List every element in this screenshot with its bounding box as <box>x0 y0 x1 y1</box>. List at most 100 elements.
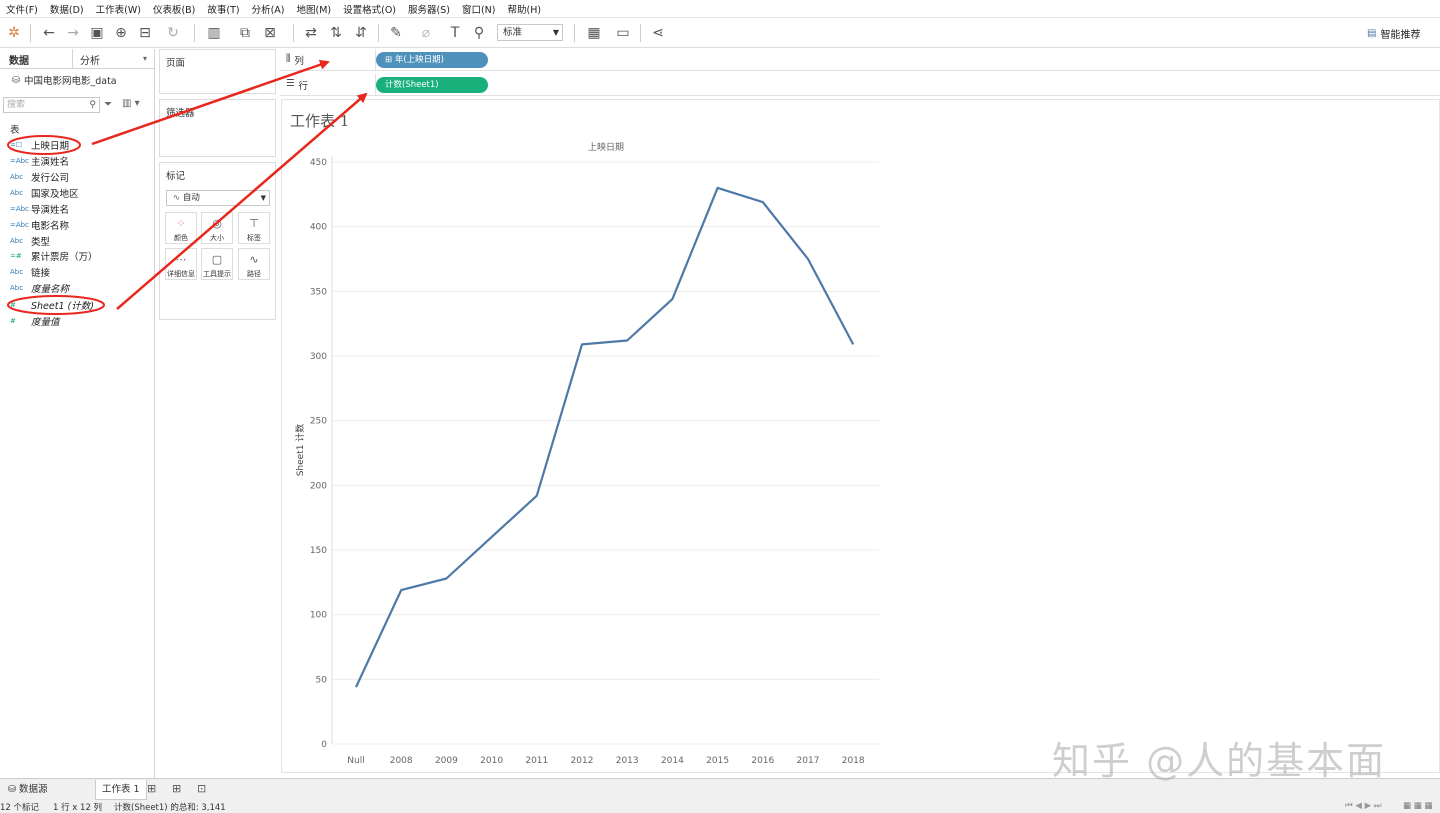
redo-icon[interactable]: → <box>64 24 82 42</box>
tab-datasource[interactable]: ⛁ 数据源 <box>2 780 54 800</box>
field-director[interactable]: =Abc 导演姓名 <box>10 201 69 216</box>
columns-pill[interactable]: ⊞ 年(上映日期) <box>376 52 488 68</box>
menu-dashboard[interactable]: 仪表板(B) <box>147 2 201 16</box>
tab-sheet1[interactable]: 工作表 1 <box>95 780 147 800</box>
field-sheet1-count[interactable]: # Sheet1 (计数) <box>10 297 94 312</box>
label-button[interactable]: ⊤ 标签 <box>238 212 270 244</box>
watermark: 知乎 @人的基本面 <box>1052 739 1387 783</box>
pause-update-icon[interactable]: ⊟ <box>136 24 154 42</box>
field-release-date[interactable]: =☐ 上映日期 <box>10 137 69 152</box>
field-country[interactable]: Abc 国家及地区 <box>10 185 79 200</box>
size-icon: ◎ <box>212 217 222 230</box>
new-story-icon[interactable]: ⊡ <box>197 782 206 795</box>
swap-icon[interactable]: ⇄ <box>302 24 320 42</box>
tooltip-button[interactable]: ▢ 工具提示 <box>201 248 233 280</box>
data-point[interactable] <box>579 341 585 347</box>
menu-window[interactable]: 窗口(N) <box>456 2 502 16</box>
datasource-item[interactable]: ⛁ 中国电影网电影_data <box>12 73 117 88</box>
data-point[interactable] <box>669 296 675 302</box>
data-pane: 数据 分析 ▾ ⛁ 中国电影网电影_data 搜索 ⚲ ⏷ ▥ ▾ 表 =☐ 上映… <box>0 49 155 778</box>
menu-data[interactable]: 数据(D) <box>44 2 90 16</box>
show-me-button[interactable]: ▤ 智能推荐 <box>1367 26 1420 41</box>
menu-story[interactable]: 故事(T) <box>201 2 245 16</box>
highlight-icon[interactable]: ✎ <box>387 24 405 42</box>
grid-view-icon[interactable]: ▦ ▦ ▦ <box>1403 801 1433 811</box>
show-cards-icon[interactable]: ▦ <box>585 24 603 42</box>
new-worksheet-icon[interactable]: ▥ <box>205 24 223 42</box>
data-point[interactable] <box>534 493 540 499</box>
menu-help[interactable]: 帮助(H) <box>502 2 548 16</box>
data-point[interactable] <box>715 185 721 191</box>
field-movie-name[interactable]: =Abc 电影名称 <box>10 217 69 232</box>
marks-type-select[interactable]: ∿ 自动 ▼ <box>166 190 270 206</box>
menu-worksheet[interactable]: 工作表(W) <box>90 2 147 16</box>
clear-icon[interactable]: ⊠ <box>261 24 279 42</box>
menu-format[interactable]: 设置格式(O) <box>337 2 402 16</box>
pages-card[interactable]: 页面 <box>159 49 276 94</box>
data-point[interactable] <box>353 684 359 690</box>
filters-card[interactable]: 筛选器 <box>159 99 276 157</box>
data-point[interactable] <box>805 256 811 262</box>
rows-pill[interactable]: 计数(Sheet1) <box>376 77 488 93</box>
share-icon[interactable]: ⋖ <box>649 24 667 42</box>
toolbar: ✲ ← → ▣ ⊕ ⊟ ↻ ▥ ⧉ ⊠ ⇄ ⇅ ⇵ ✎ ⌀ T ⚲ ▦ ▭ ⋖ <box>0 18 1440 48</box>
color-button[interactable]: ⁘ 颜色 <box>165 212 197 244</box>
y-tick-label: 250 <box>310 417 327 427</box>
group-icon[interactable]: ⌀ <box>417 24 435 42</box>
data-point[interactable] <box>624 337 630 343</box>
save-icon[interactable]: ▣ <box>88 24 106 42</box>
path-icon: ∿ <box>249 253 259 266</box>
data-point[interactable] <box>489 534 495 540</box>
path-button[interactable]: ∿ 路径 <box>238 248 270 280</box>
filter-icon[interactable]: ⏷ <box>104 99 112 110</box>
columns-icon: ⫼ <box>286 53 291 64</box>
series-line[interactable] <box>355 186 855 688</box>
field-distributor[interactable]: Abc 发行公司 <box>10 169 69 184</box>
x-tick-label: Null <box>347 756 364 766</box>
pane-menu-icon[interactable]: ▾ <box>143 54 147 63</box>
data-point[interactable] <box>443 575 449 581</box>
data-point[interactable] <box>760 199 766 205</box>
field-genre[interactable]: Abc 类型 <box>10 233 50 248</box>
pin-icon[interactable]: ⚲ <box>470 24 488 42</box>
columns-drop-zone[interactable] <box>375 49 1440 71</box>
status-bar: 12 个标记 1 行 x 12 列 计数(Sheet1) 的总和: 3,141 … <box>0 800 1440 813</box>
fit-select[interactable]: 标准 ▼ <box>497 24 563 41</box>
tab-data[interactable]: 数据 <box>9 52 29 67</box>
duplicate-icon[interactable]: ⧉ <box>236 24 254 42</box>
new-datasource-icon[interactable]: ⊕ <box>112 24 130 42</box>
new-worksheet-icon[interactable]: ⊞ <box>147 782 156 795</box>
menu-bar: 文件(F) 数据(D) 工作表(W) 仪表板(B) 故事(T) 分析(A) 地图… <box>0 0 1440 18</box>
x-tick-label: 2018 <box>842 756 865 766</box>
menu-analysis[interactable]: 分析(A) <box>246 2 291 16</box>
data-point[interactable] <box>398 587 404 593</box>
field-measure-values[interactable]: # 度量值 <box>10 313 60 328</box>
presentation-icon[interactable]: ▭ <box>614 24 632 42</box>
tableau-logo-icon[interactable]: ✲ <box>5 24 23 42</box>
search-input[interactable]: 搜索 ⚲ <box>3 97 100 113</box>
new-dashboard-icon[interactable]: ⊞ <box>172 782 181 795</box>
menu-file[interactable]: 文件(F) <box>0 2 44 16</box>
nav-arrows-icon[interactable]: ⏮ ◀ ▶ ⏭ <box>1345 801 1381 811</box>
show-labels-icon[interactable]: T <box>446 24 464 42</box>
y-tick-label: 50 <box>316 675 328 685</box>
line-chart[interactable]: 上映日期 0 50 100 150 200 250 300 350 400 450 Sheet1 计数… <box>282 100 1439 772</box>
refresh-icon[interactable]: ↻ <box>164 24 182 42</box>
data-point[interactable] <box>850 341 856 347</box>
x-tick-label: 2017 <box>797 756 820 766</box>
field-link[interactable]: Abc 链接 <box>10 264 50 279</box>
undo-icon[interactable]: ← <box>40 24 58 42</box>
sort-desc-icon[interactable]: ⇵ <box>352 24 370 42</box>
detail-button[interactable]: ⋯ 详细信息 <box>165 248 197 280</box>
view-options-icon[interactable]: ▥ ▾ <box>122 98 140 109</box>
sort-asc-icon[interactable]: ⇅ <box>327 24 345 42</box>
menu-map[interactable]: 地图(M) <box>291 2 338 16</box>
size-button[interactable]: ◎ 大小 <box>201 212 233 244</box>
field-actor[interactable]: =Abc 主演姓名 <box>10 153 69 168</box>
worksheet-view[interactable]: 工作表 1 上映日期 0 50 100 150 200 250 300 350 400 450 She… <box>281 99 1440 773</box>
field-measure-names[interactable]: Abc 度量名称 <box>10 280 69 295</box>
rows-drop-zone[interactable] <box>375 74 1440 96</box>
tab-analysis[interactable]: 分析 <box>80 52 100 67</box>
menu-server[interactable]: 服务器(S) <box>402 2 456 16</box>
field-box-office[interactable]: =# 累计票房（万） <box>10 248 98 263</box>
